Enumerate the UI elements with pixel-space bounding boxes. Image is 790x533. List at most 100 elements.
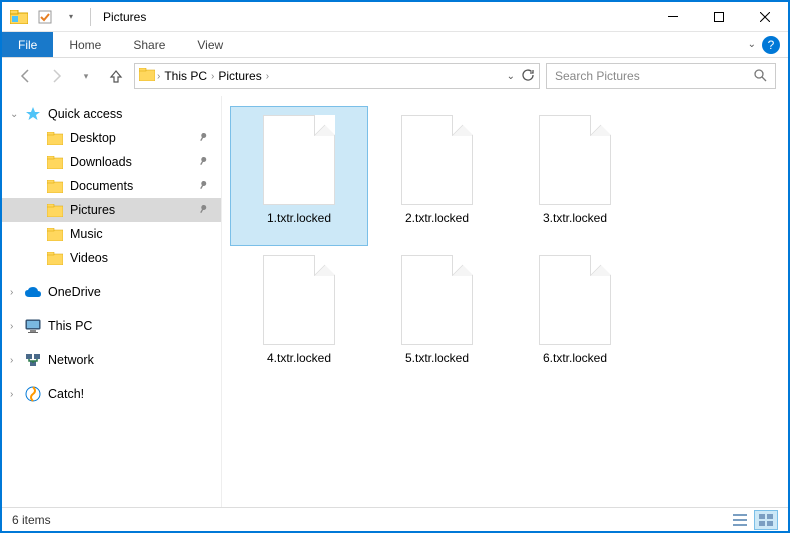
folder-icon (46, 249, 64, 267)
sidebar-quick-access[interactable]: ⌄ Quick access (2, 102, 221, 126)
file-icon (401, 115, 473, 205)
folder-icon (139, 68, 155, 84)
quick-access-group: ⌄ Quick access Desktop Downloads Documents… (2, 102, 221, 270)
onedrive-icon (24, 283, 42, 301)
star-icon (24, 105, 42, 123)
tab-home[interactable]: Home (53, 32, 117, 57)
folder-icon (46, 153, 64, 171)
navigation-pane: ⌄ Quick access Desktop Downloads Documents… (2, 96, 222, 507)
sidebar-item-downloads[interactable]: Downloads (2, 150, 221, 174)
file-name: 2.txtr.locked (405, 211, 469, 225)
file-item[interactable]: 6.txtr.locked (506, 246, 644, 386)
network-icon (24, 351, 42, 369)
file-name: 4.txtr.locked (267, 351, 331, 365)
sidebar-item-label: Downloads (70, 155, 132, 169)
ribbon-tabs: File Home Share View ⌄ ? (2, 32, 788, 58)
main-area: ⌄ Quick access Desktop Downloads Documents… (2, 96, 788, 507)
file-name: 5.txtr.locked (405, 351, 469, 365)
sidebar-item-label: Network (48, 353, 94, 367)
item-count: 6 items (12, 513, 51, 527)
sidebar-item-label: Videos (70, 251, 108, 265)
file-icon (539, 255, 611, 345)
pin-icon (194, 178, 209, 194)
sidebar-item-pictures[interactable]: Pictures (2, 198, 221, 222)
sidebar-item-label: Catch! (48, 387, 84, 401)
back-button[interactable] (14, 64, 38, 88)
folder-icon (46, 201, 64, 219)
sidebar-item-label: Music (70, 227, 103, 241)
file-item[interactable]: 2.txtr.locked (368, 106, 506, 246)
qat-dropdown-icon[interactable]: ▾ (60, 6, 82, 28)
file-grid[interactable]: 1.txtr.locked 2.txtr.locked 3.txtr.locked 4… (222, 96, 788, 507)
pin-icon (194, 130, 209, 146)
explorer-icon (8, 6, 30, 28)
pc-icon (24, 317, 42, 335)
quick-access-toolbar: ▾ (8, 6, 95, 28)
recent-dropdown-icon[interactable]: ▾ (74, 64, 98, 88)
sidebar-item-label: OneDrive (48, 285, 101, 299)
refresh-icon[interactable] (521, 68, 535, 85)
file-icon (263, 255, 335, 345)
chevron-right-icon[interactable]: › (10, 287, 13, 298)
close-button[interactable] (742, 2, 788, 32)
sidebar-item-label: Quick access (48, 107, 122, 121)
forward-button[interactable] (44, 64, 68, 88)
title-bar: ▾ Pictures (2, 2, 788, 32)
sidebar-item-label: This PC (48, 319, 92, 333)
sidebar-item-videos[interactable]: Videos (2, 246, 221, 270)
properties-icon[interactable] (34, 6, 56, 28)
sidebar-item-label: Pictures (70, 203, 115, 217)
search-icon[interactable] (753, 68, 767, 85)
sidebar-item-desktop[interactable]: Desktop (2, 126, 221, 150)
icons-view-button[interactable] (754, 510, 778, 530)
tab-view[interactable]: View (181, 32, 239, 57)
chevron-right-icon[interactable]: › (266, 71, 269, 82)
sidebar-item-music[interactable]: Music (2, 222, 221, 246)
pin-icon (194, 154, 209, 170)
sidebar-item-catch[interactable]: › Catch! (2, 382, 221, 406)
file-item[interactable]: 5.txtr.locked (368, 246, 506, 386)
window-title: Pictures (103, 10, 146, 24)
sidebar-item-label: Desktop (70, 131, 116, 145)
sidebar-item-documents[interactable]: Documents (2, 174, 221, 198)
file-name: 3.txtr.locked (543, 211, 607, 225)
folder-icon (46, 177, 64, 195)
details-view-button[interactable] (728, 510, 752, 530)
separator (90, 8, 91, 26)
file-item[interactable]: 3.txtr.locked (506, 106, 644, 246)
sidebar-item-label: Documents (70, 179, 133, 193)
address-bar[interactable]: › This PC › Pictures › ⌄ (134, 63, 540, 89)
file-icon (401, 255, 473, 345)
tab-share[interactable]: Share (117, 32, 181, 57)
search-input[interactable]: Search Pictures (546, 63, 776, 89)
navigation-bar: ▾ › This PC › Pictures › ⌄ Search Pictur… (2, 58, 788, 94)
file-item[interactable]: 4.txtr.locked (230, 246, 368, 386)
catch-icon (24, 385, 42, 403)
address-dropdown-icon[interactable]: ⌄ (507, 71, 515, 82)
breadcrumb-this-pc[interactable]: This PC (160, 69, 211, 83)
folder-icon (46, 225, 64, 243)
file-icon (263, 115, 335, 205)
status-bar: 6 items (2, 507, 788, 531)
up-button[interactable] (104, 64, 128, 88)
chevron-down-icon[interactable]: ⌄ (10, 109, 18, 120)
minimize-button[interactable] (650, 2, 696, 32)
breadcrumb-pictures[interactable]: Pictures (214, 69, 265, 83)
sidebar-item-thispc[interactable]: › This PC (2, 314, 221, 338)
chevron-right-icon[interactable]: › (10, 321, 13, 332)
ribbon-expand-icon[interactable]: ⌄ (748, 39, 756, 50)
folder-icon (46, 129, 64, 147)
file-name: 1.txtr.locked (267, 211, 331, 225)
help-icon[interactable]: ? (762, 36, 780, 54)
chevron-right-icon[interactable]: › (10, 355, 13, 366)
file-tab[interactable]: File (2, 32, 53, 57)
file-icon (539, 115, 611, 205)
sidebar-item-onedrive[interactable]: › OneDrive (2, 280, 221, 304)
sidebar-item-network[interactable]: › Network (2, 348, 221, 372)
pin-icon (194, 202, 209, 218)
maximize-button[interactable] (696, 2, 742, 32)
chevron-right-icon[interactable]: › (10, 389, 13, 400)
file-name: 6.txtr.locked (543, 351, 607, 365)
file-item[interactable]: 1.txtr.locked (230, 106, 368, 246)
search-placeholder: Search Pictures (555, 69, 640, 83)
